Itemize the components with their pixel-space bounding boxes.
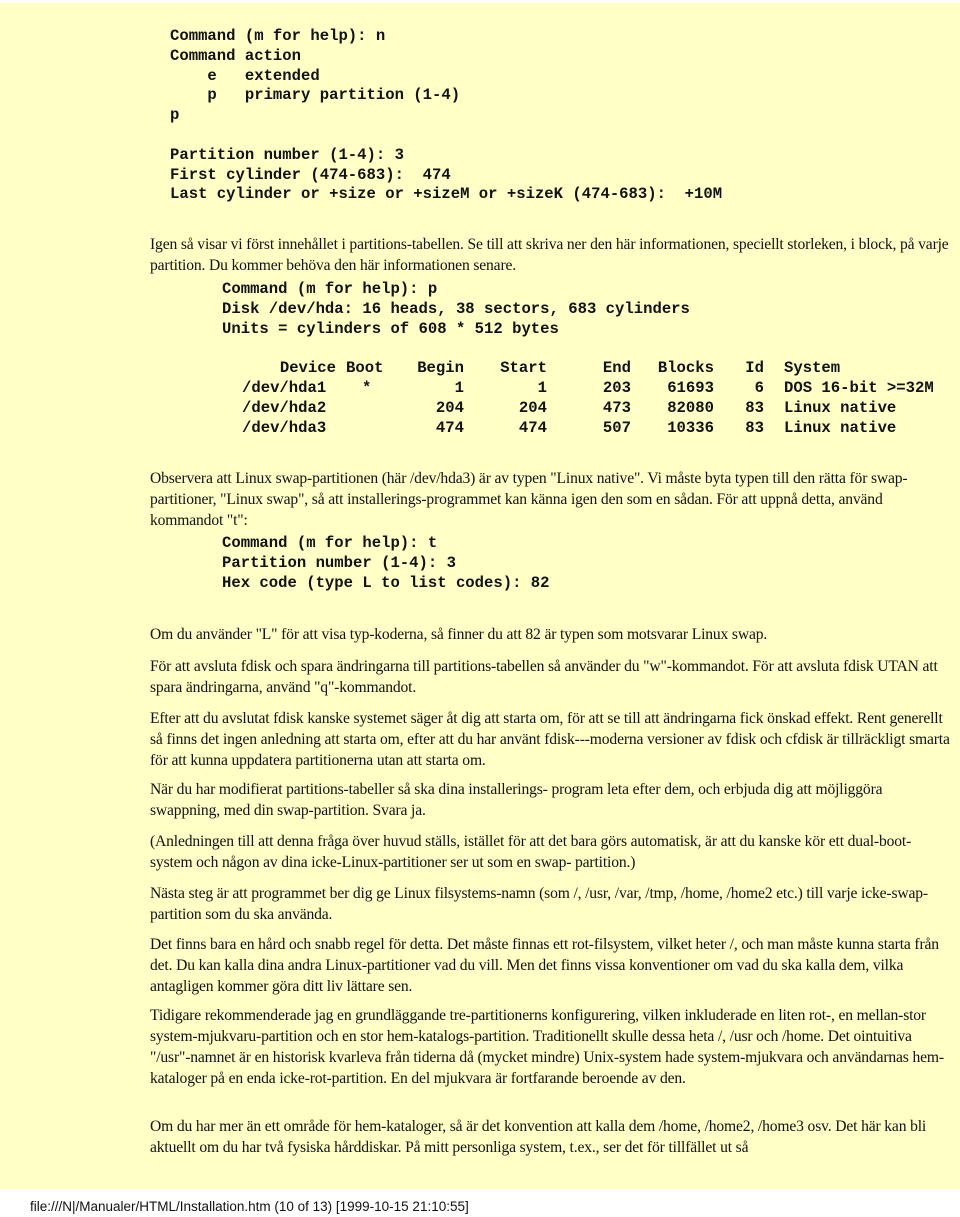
- paragraph: Tidigare rekommenderade jag en grundlägg…: [150, 1007, 944, 1087]
- cell-start: 1: [537, 378, 547, 397]
- paragraph: Om du använder "L" för att visa typ-kode…: [150, 626, 768, 643]
- print-footer-url: file:///N|/Manualer/HTML/Installation.ht…: [30, 1199, 469, 1214]
- code-line: p: [170, 106, 180, 125]
- header-begin: Begin: [417, 359, 464, 378]
- table-row: /dev/hda3 474 474 507 10336 83 Linux nat…: [242, 419, 934, 439]
- cell-system: Linux native: [784, 418, 897, 437]
- cell-boot: [336, 419, 400, 439]
- code-line: p primary partition (1-4): [170, 86, 461, 105]
- header-start: Start: [500, 359, 547, 378]
- document-page: Command (m for help): n Command action e…: [0, 3, 960, 1189]
- header-system: System: [784, 359, 841, 378]
- code-line: Command action: [170, 46, 302, 65]
- partition-table: Device Boot Begin Start End Blocks Id Sy…: [242, 359, 934, 439]
- code-line: Hex code (type L to list codes): 82: [222, 573, 550, 592]
- cell-begin: 474: [435, 418, 464, 437]
- cell-blocks: 10336: [667, 418, 714, 437]
- header-blocks: Blocks: [657, 359, 714, 378]
- cell-id: 83: [745, 398, 764, 417]
- code-line: Last cylinder or +size or +sizeM or +siz…: [170, 185, 723, 204]
- cell-device: /dev/hda2: [242, 398, 327, 417]
- code-line: [170, 126, 722, 146]
- cell-end: 203: [602, 378, 631, 397]
- code-line: Command (m for help): p: [222, 280, 438, 298]
- paragraph-intro: Igen så visar vi först innehållet i part…: [150, 236, 949, 274]
- cell-end: 507: [602, 418, 631, 437]
- table-row: /dev/hda2 204 204 473 82080 83 Linux nat…: [242, 399, 934, 419]
- paragraph-swap-type: Observera att Linux swap-partitionen (hä…: [150, 470, 908, 529]
- cell-end: 473: [602, 398, 631, 417]
- cell-id: 6: [754, 378, 764, 397]
- cell-begin: 204: [435, 398, 464, 417]
- cell-device: /dev/hda3: [242, 418, 327, 437]
- paragraph: Om du har mer än ett område för hem-kata…: [150, 1118, 927, 1156]
- code-block-fdisk-new: Command (m for help): n Command action e…: [170, 27, 722, 205]
- cell-id: 83: [745, 418, 764, 437]
- cell-begin: 1: [454, 378, 464, 397]
- cell-start: 474: [518, 418, 547, 437]
- paragraph: (Anledningen till att denna fråga över h…: [150, 833, 912, 871]
- cell-system: DOS 16-bit >=32M: [784, 378, 934, 397]
- paragraph: När du har modifierat partitions-tabelle…: [150, 781, 883, 819]
- cell-device: /dev/hda1: [242, 378, 327, 397]
- cell-boot: [336, 399, 400, 419]
- code-block-fdisk-type: Command (m for help): t Partition number…: [222, 534, 550, 593]
- header-id: Id: [745, 359, 764, 378]
- paragraph: Det finns bara en hård och snabb regel f…: [150, 936, 939, 995]
- code-line: Command (m for help): t: [222, 534, 438, 552]
- header-device: Device: [279, 359, 336, 378]
- code-line: Command (m for help): n: [170, 27, 386, 45]
- code-line: Units = cylinders of 608 * 512 bytes: [222, 319, 559, 338]
- table-header-row: Device Boot Begin Start End Blocks Id Sy…: [242, 359, 934, 379]
- paragraph: Efter att du avslutat fdisk kanske syste…: [150, 710, 950, 769]
- code-line: First cylinder (474-683): 474: [170, 165, 451, 184]
- code-line: Disk /dev/hda: 16 heads, 38 sectors, 683…: [222, 299, 690, 318]
- code-line: Partition number (1-4): 3: [222, 553, 456, 572]
- code-line: e extended: [170, 66, 320, 85]
- paragraph: För att avsluta fdisk och spara ändringa…: [150, 658, 938, 696]
- cell-blocks: 61693: [667, 378, 714, 397]
- cell-boot: *: [362, 378, 372, 397]
- paragraph: Nästa steg är att programmet ber dig ge …: [150, 885, 928, 923]
- cell-start: 204: [518, 398, 547, 417]
- cell-blocks: 82080: [667, 398, 714, 417]
- code-line: Partition number (1-4): 3: [170, 145, 404, 164]
- table-row: /dev/hda1 * 1 1 203 61693 6 DOS 16-bit >…: [242, 379, 934, 399]
- code-block-fdisk-print: Command (m for help): p Disk /dev/hda: 1…: [222, 280, 690, 339]
- cell-system: Linux native: [784, 398, 897, 417]
- header-end: End: [602, 359, 631, 378]
- header-boot: Boot: [346, 359, 384, 378]
